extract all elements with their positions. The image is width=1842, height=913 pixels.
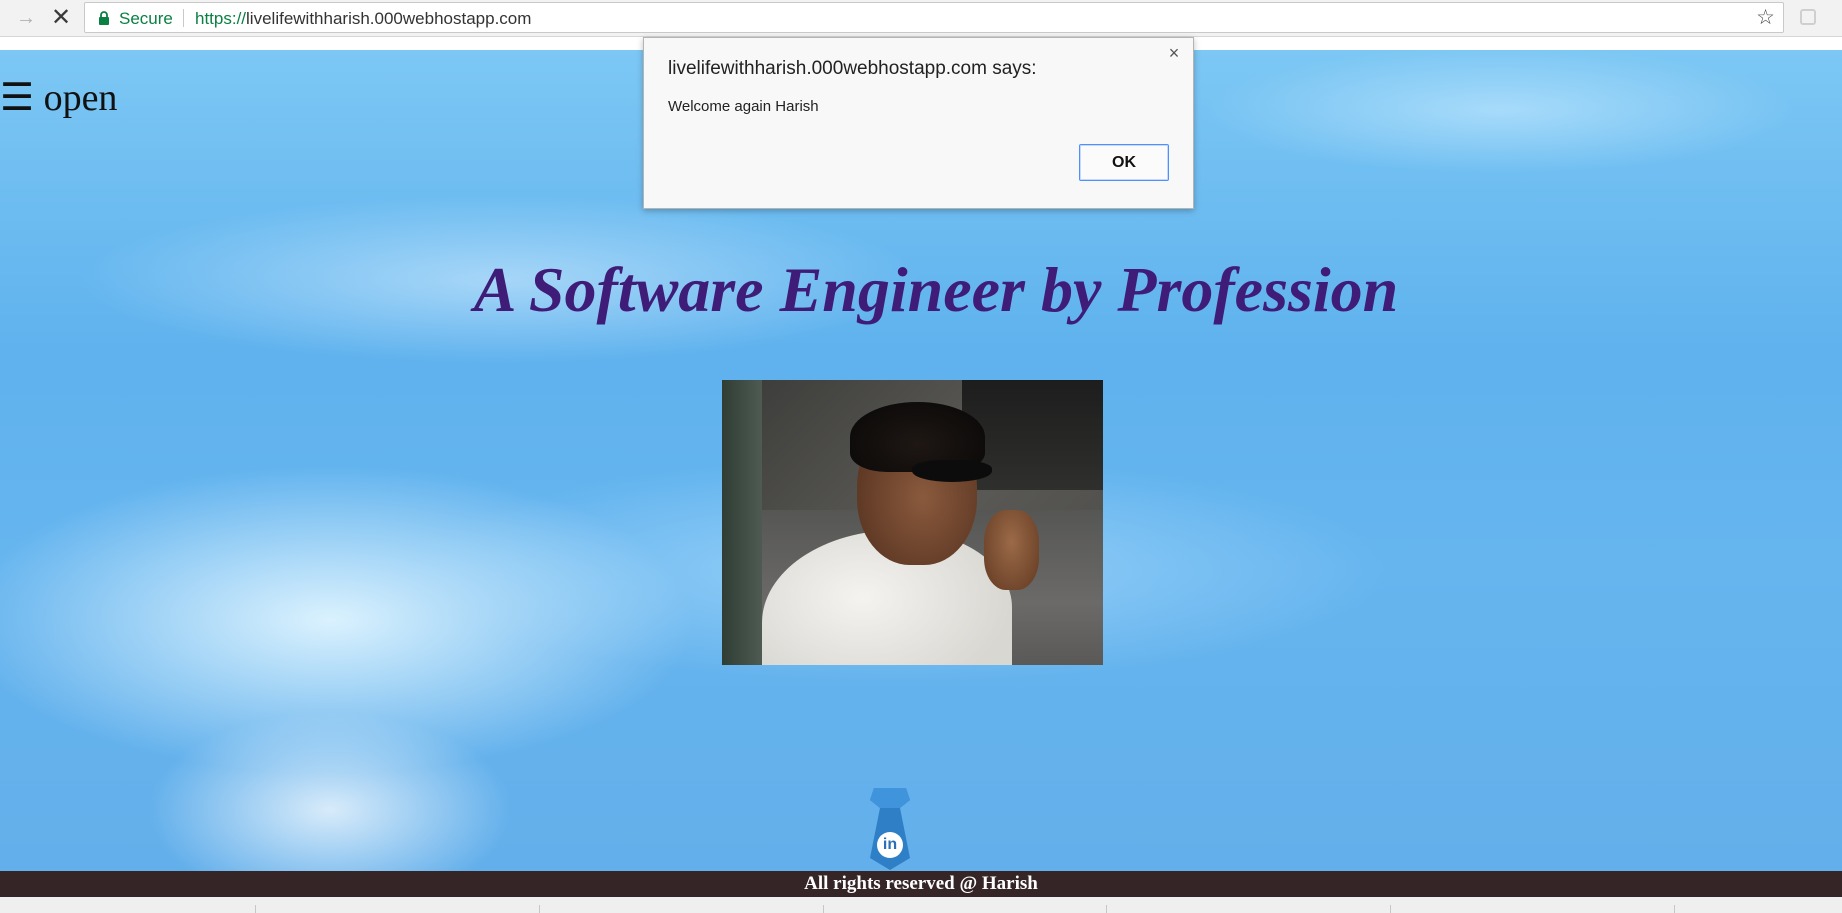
profile-photo bbox=[722, 380, 1103, 665]
lock-icon bbox=[99, 11, 109, 25]
url-host: livelifewithharish.000webhostapp.com bbox=[246, 9, 532, 28]
address-bar[interactable]: Secure https://livelifewithharish.000web… bbox=[84, 2, 1784, 33]
secure-label: Secure bbox=[119, 9, 173, 28]
ok-button[interactable]: OK bbox=[1079, 144, 1169, 181]
footer-copyright: All rights reserved @ Harish bbox=[0, 871, 1842, 897]
alert-dialog: livelifewithharish.000webhostapp.com say… bbox=[643, 37, 1194, 209]
dialog-title: livelifewithharish.000webhostapp.com say… bbox=[668, 58, 1037, 79]
close-icon[interactable]: × bbox=[1165, 44, 1183, 62]
dialog-message: Welcome again Harish bbox=[668, 98, 819, 115]
linkedin-link[interactable]: in bbox=[864, 788, 916, 870]
stop-loading-icon[interactable]: ✕ bbox=[48, 5, 74, 31]
url-scheme: https:// bbox=[195, 9, 247, 28]
menu-open-button[interactable]: ☰ open bbox=[0, 76, 117, 120]
status-bar bbox=[0, 897, 1842, 913]
extension-icon[interactable] bbox=[1800, 9, 1816, 25]
page-headline: A Software Engineer by Profession bbox=[473, 254, 1399, 325]
url-text[interactable]: https://livelifewithharish.000webhostapp… bbox=[195, 9, 531, 29]
browser-toolbar: → ✕ Secure https://livelifewithharish.00… bbox=[0, 0, 1842, 37]
bookmark-star-icon[interactable]: ☆ bbox=[1756, 6, 1775, 30]
omnibox-separator bbox=[183, 9, 184, 27]
forward-icon[interactable]: → bbox=[14, 6, 38, 30]
linkedin-icon: in bbox=[877, 832, 903, 858]
